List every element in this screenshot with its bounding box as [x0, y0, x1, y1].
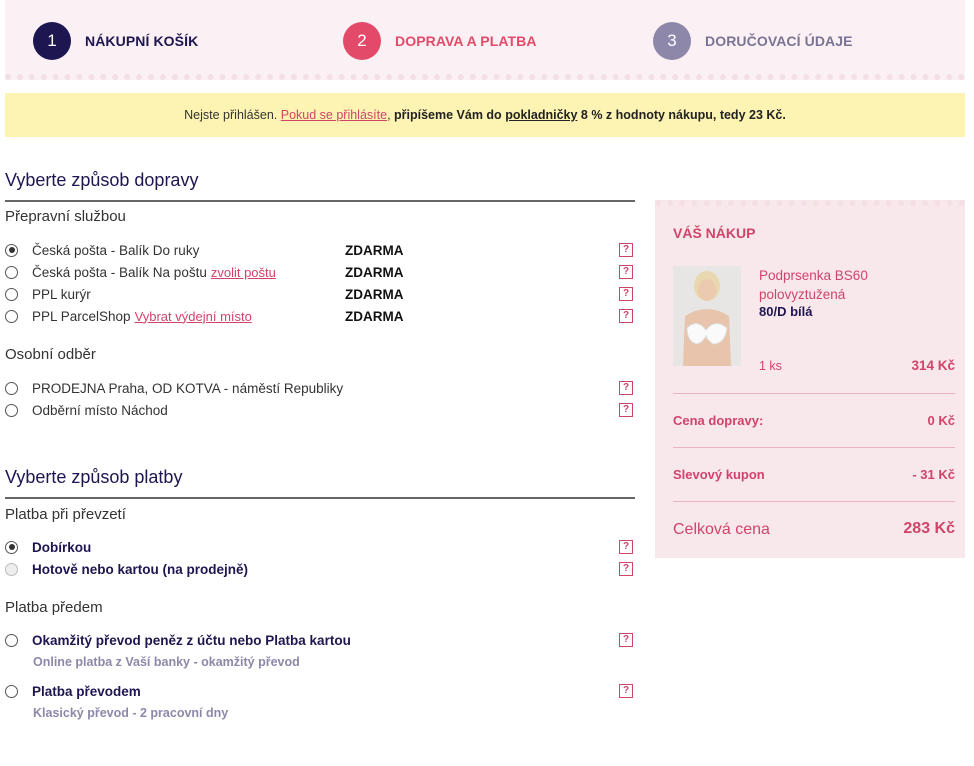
divider	[673, 393, 955, 394]
help-icon[interactable]: ?	[619, 684, 633, 698]
option-label: Česká pošta - Balík Na poštu	[32, 264, 207, 280]
pickup-option-praha[interactable]: PRODEJNA Praha, OD KOTVA - náměstí Repub…	[5, 378, 635, 398]
help-icon[interactable]: ?	[619, 243, 633, 257]
login-link[interactable]: Pokud se přihlásíte	[281, 108, 387, 122]
help-icon[interactable]: ?	[619, 381, 633, 395]
option-price: ZDARMA	[345, 308, 404, 324]
option-label: PRODEJNA Praha, OD KOTVA - náměstí Repub…	[32, 380, 344, 396]
shipping-option-ppl-courier[interactable]: PPL kurýr ZDARMA ?	[5, 284, 635, 304]
product-quantity: 1 ks	[759, 359, 782, 373]
product-name-link[interactable]: Podprsenka BS60 polovyztužená	[759, 266, 949, 304]
choose-pickup-point-link[interactable]: Vybrat výdejní místo	[135, 309, 252, 324]
step-label: DORUČOVACÍ ÚDAJE	[705, 33, 853, 49]
payment-option-instant[interactable]: Okamžitý převod peněz z účtu nebo Platba…	[5, 630, 635, 650]
prepaid-group-title: Platba předem	[5, 599, 103, 616]
shipping-option-cp-post[interactable]: Česká pošta - Balík Na poštu zvolit pošt…	[5, 262, 635, 282]
option-label: Okamžitý převod peněz z účtu nebo Platba…	[32, 632, 351, 648]
radio-button[interactable]	[5, 287, 18, 301]
radio-button[interactable]	[5, 265, 18, 279]
radio-button[interactable]	[5, 540, 18, 554]
step-label: DOPRAVA A PLATBA	[395, 33, 537, 49]
coupon-value: - 31 Kč	[912, 467, 955, 482]
step-number: 1	[33, 22, 71, 60]
payment-option-store: Hotově nebo kartou (na prodejně) ?	[5, 559, 635, 579]
shipping-section-title: Vyberte způsob dopravy	[5, 170, 635, 202]
notice-text: Nejste přihlášen.	[184, 108, 278, 122]
shipping-option-ppl-parcelshop[interactable]: PPL ParcelShop Vybrat výdejní místo ZDAR…	[5, 306, 635, 326]
shipping-cost-label: Cena dopravy:	[673, 413, 764, 428]
coupon-label: Slevový kupon	[673, 467, 765, 482]
radio-button[interactable]	[5, 403, 18, 417]
help-icon[interactable]: ?	[619, 265, 633, 279]
choose-post-office-link[interactable]: zvolit poštu	[211, 265, 276, 280]
option-label: Česká pošta - Balík Do ruky	[32, 242, 200, 258]
product-price: 314 Kč	[911, 358, 955, 373]
option-label: Odběrní místo Náchod	[32, 402, 168, 418]
radio-button[interactable]	[5, 243, 18, 257]
help-icon[interactable]: ?	[619, 562, 633, 576]
option-price: ZDARMA	[345, 242, 404, 258]
radio-button	[5, 562, 18, 576]
option-label: Dobírkou	[32, 539, 92, 555]
payment-section-title: Vyberte způsob platby	[5, 467, 635, 499]
cart-title: VÁŠ NÁKUP	[673, 225, 756, 241]
step-cart[interactable]: 1 NÁKUPNÍ KOŠÍK	[33, 22, 198, 60]
help-icon[interactable]: ?	[619, 287, 633, 301]
notice-bold: připíšeme Vám do	[394, 108, 502, 122]
product-variant: 80/D bílá	[759, 304, 813, 319]
total-label: Celková cena	[673, 521, 770, 538]
radio-button[interactable]	[5, 633, 18, 647]
pickup-group-title: Osobní odběr	[5, 346, 96, 363]
step-number: 2	[343, 22, 381, 60]
radio-button[interactable]	[5, 309, 18, 323]
option-label: PPL ParcelShop	[32, 308, 131, 324]
product-image[interactable]	[673, 266, 741, 366]
step-delivery-details: 3 DORUČOVACÍ ÚDAJE	[653, 22, 853, 60]
notice-bold-after: 8 % z hodnoty nákupu, tedy 23 Kč.	[580, 108, 786, 122]
step-shipping-payment: 2 DOPRAVA A PLATBA	[343, 22, 537, 60]
help-icon[interactable]: ?	[619, 633, 633, 647]
help-icon[interactable]: ?	[619, 540, 633, 554]
shipping-cost-value: 0 Kč	[927, 413, 955, 428]
option-price: ZDARMA	[345, 264, 404, 280]
option-label: Hotově nebo kartou (na prodejně)	[32, 561, 249, 577]
radio-button[interactable]	[5, 381, 18, 395]
pickup-option-nachod[interactable]: Odběrní místo Náchod ?	[5, 400, 635, 420]
option-note: Klasický převod - 2 pracovní dny	[33, 706, 229, 720]
option-price: ZDARMA	[345, 286, 404, 302]
checkout-steps: 1 NÁKUPNÍ KOŠÍK 2 DOPRAVA A PLATBA 3 DOR…	[5, 0, 965, 80]
on-delivery-group-title: Platba při převzetí	[5, 506, 126, 523]
help-icon[interactable]: ?	[619, 309, 633, 323]
login-notice: Nejste přihlášen. Pokud se přihlásíte, p…	[5, 93, 965, 137]
radio-button[interactable]	[5, 684, 18, 698]
help-icon[interactable]: ?	[619, 403, 633, 417]
carrier-group-title: Přepravní službou	[5, 208, 126, 225]
payment-option-cod[interactable]: Dobírkou ?	[5, 537, 635, 557]
shipping-option-cp-door[interactable]: Česká pošta - Balík Do ruky ZDARMA ?	[5, 240, 635, 260]
option-label: Platba převodem	[32, 683, 141, 699]
divider	[673, 501, 955, 502]
option-label: PPL kurýr	[32, 286, 91, 302]
total-value: 283 Kč	[903, 520, 955, 537]
payment-option-transfer[interactable]: Platba převodem ?	[5, 681, 635, 701]
cart-summary: VÁŠ NÁKUP Podprsenka BS60 polovyztužená …	[655, 200, 965, 558]
piggybank-link[interactable]: pokladničky	[505, 108, 577, 122]
option-note: Online platba z Vaší banky - okamžitý př…	[33, 655, 300, 669]
divider	[673, 447, 955, 448]
step-number: 3	[653, 22, 691, 60]
step-label: NÁKUPNÍ KOŠÍK	[85, 33, 199, 49]
